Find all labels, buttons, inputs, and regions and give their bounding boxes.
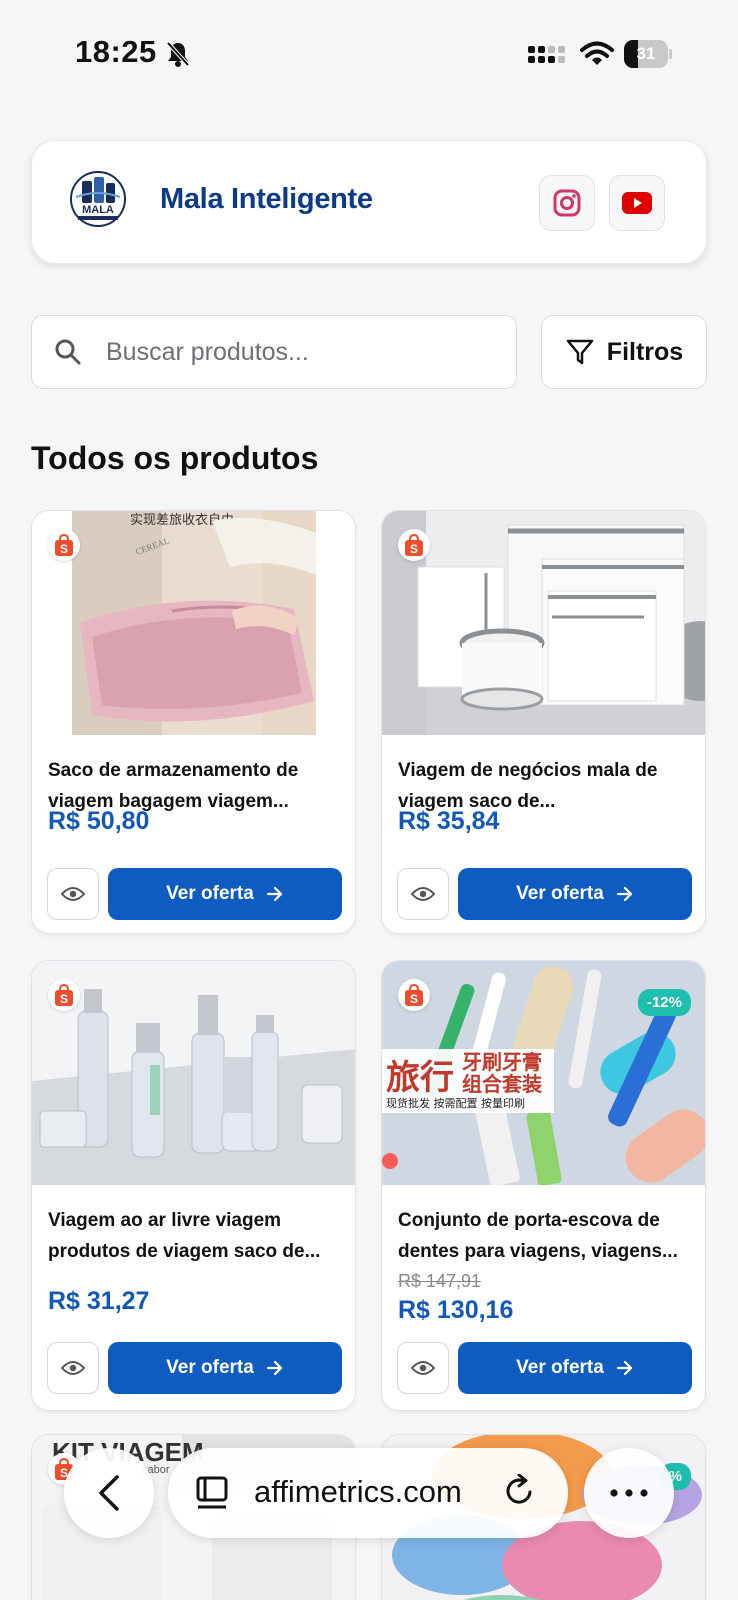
product-card[interactable]: 实现差旅收衣自由 CEREAL S Saco de armazenamento … [31, 510, 356, 934]
svg-text:旅行: 旅行 [386, 1058, 454, 1098]
shopee-badge: S [48, 979, 80, 1011]
product-card[interactable]: S Viagem de negócios mala de viagem saco… [381, 510, 706, 934]
svg-text:牙刷牙膏: 牙刷牙膏 [462, 1050, 542, 1074]
product-price: R$ 50,80 [48, 807, 150, 835]
search-icon [55, 339, 81, 365]
svg-text:S: S [60, 992, 68, 1006]
shopee-icon: S [55, 533, 73, 556]
product-card[interactable]: S Viagem ao ar livre viagem produtos de … [31, 960, 356, 1411]
brand-header: MALA Mala Inteligente [31, 140, 707, 264]
more-dots-icon [610, 1489, 648, 1497]
shopee-badge: S [398, 979, 430, 1011]
discount-badge: -12% [637, 989, 691, 1016]
product-price: R$ 31,27 [48, 1287, 150, 1315]
view-offer-button[interactable]: Ver oferta [458, 1342, 692, 1394]
reload-icon[interactable] [504, 1474, 536, 1508]
url-text: affimetrics.com [254, 1474, 462, 1509]
quick-view-button[interactable] [397, 1342, 449, 1394]
section-title: Todos os produtos [31, 440, 319, 476]
view-offer-button[interactable]: Ver oferta [458, 868, 692, 920]
view-offer-button[interactable]: Ver oferta [108, 868, 342, 920]
product-name[interactable]: Conjunto de porta-escova de dentes para … [398, 1205, 693, 1267]
product-card[interactable]: 旅行 牙刷牙膏 组合套装 现货批发 按需配置 按量印刷 S -12% Conju… [381, 960, 706, 1411]
battery-icon: 31 [624, 40, 672, 68]
svg-text:S: S [410, 992, 418, 1006]
instagram-icon [553, 189, 581, 217]
product-price: R$ 130,16 [398, 1296, 514, 1324]
product-name[interactable]: Viagem ao ar livre viagem produtos de vi… [48, 1205, 343, 1267]
arrow-right-icon [266, 1360, 282, 1376]
shopee-icon: S [405, 983, 423, 1006]
eye-icon [411, 887, 435, 901]
view-offer-button[interactable]: Ver oferta [108, 1342, 342, 1394]
svg-text:S: S [410, 542, 418, 556]
shopee-icon: S [405, 533, 423, 556]
filters-button[interactable]: Filtros [541, 315, 707, 389]
product-image[interactable]: 实现差旅收衣自由 CEREAL [32, 511, 355, 735]
youtube-icon [622, 192, 652, 214]
filters-label: Filtros [606, 337, 684, 366]
search-box[interactable] [31, 315, 517, 389]
more-menu-button[interactable] [584, 1448, 674, 1538]
shopee-badge: S [48, 529, 80, 561]
svg-text:S: S [60, 542, 68, 556]
eye-icon [61, 887, 85, 901]
product-price: R$ 35,84 [398, 807, 500, 835]
signal-icon [528, 46, 565, 63]
battery-level: 31 [636, 44, 656, 63]
arrow-right-icon [616, 886, 632, 902]
back-button[interactable] [64, 1448, 154, 1538]
svg-text:现货批发 按需配置 按量印刷: 现货批发 按需配置 按量印刷 [386, 1096, 525, 1110]
quick-view-button[interactable] [397, 868, 449, 920]
filter-icon [566, 339, 594, 365]
product-image[interactable] [32, 961, 355, 1185]
arrow-right-icon [266, 886, 282, 902]
product-image[interactable] [382, 511, 705, 735]
arrow-right-icon [616, 1360, 632, 1376]
brand-name: Mala Inteligente [160, 183, 373, 215]
quick-view-button[interactable] [47, 1342, 99, 1394]
youtube-button[interactable] [609, 175, 665, 231]
shopee-icon: S [55, 983, 73, 1006]
search-input[interactable] [106, 332, 496, 372]
bell-muted-icon [166, 41, 190, 67]
status-bar: 18:25 31 [0, 0, 738, 110]
eye-icon [411, 1361, 435, 1375]
instagram-button[interactable] [539, 175, 595, 231]
tabs-icon [196, 1476, 228, 1509]
quick-view-button[interactable] [47, 868, 99, 920]
wifi-icon [580, 41, 614, 65]
chevron-left-icon [99, 1475, 119, 1511]
eye-icon [61, 1361, 85, 1375]
svg-text:组合套装: 组合套装 [462, 1072, 542, 1096]
mala-logo[interactable]: MALA [68, 167, 128, 231]
product-old-price: R$ 147,91 [398, 1271, 482, 1291]
status-time: 18:25 [75, 34, 157, 69]
address-bar[interactable]: affimetrics.com [168, 1448, 568, 1538]
svg-text:MALA: MALA [82, 204, 114, 216]
shopee-badge: S [398, 529, 430, 561]
